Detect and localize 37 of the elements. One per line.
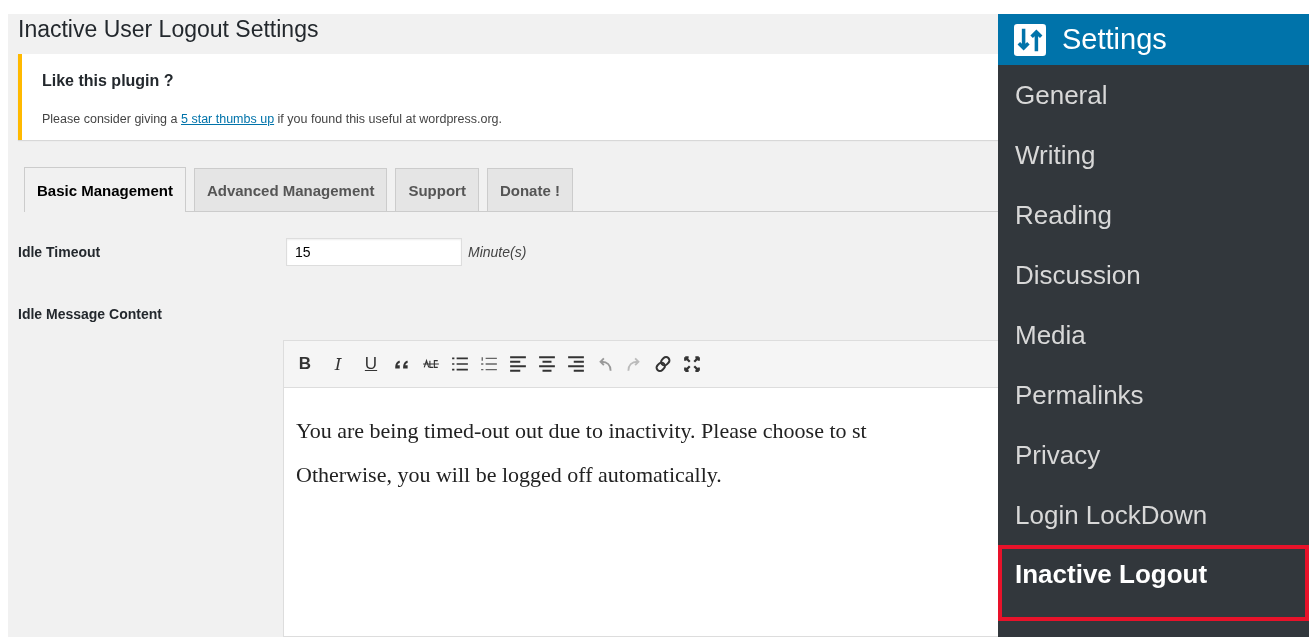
format-button[interactable]: B [294,354,316,374]
menu-item[interactable]: Login LockDown [998,485,1309,545]
menu-item[interactable]: Permalinks [998,365,1309,425]
field-label: Idle Timeout [18,244,102,260]
unit-label: Minute(s) [468,244,527,260]
menu-item[interactable]: Media [998,305,1309,365]
menu-item[interactable]: Inactive Logout [998,545,1309,621]
menu-item[interactable]: Privacy [998,425,1309,485]
notice-text: Please consider giving a 5 star thumbs up if you found this useful at wordpress.org. [42,112,503,126]
menu-item[interactable]: Reading [998,185,1309,245]
menu-title: Settings [1062,23,1167,56]
bulleted-list-icon[interactable] [451,355,469,373]
message-paragraph: You are being timed-out out due to inactivity. Please choose to st [296,418,868,444]
numbered-list-icon[interactable] [480,355,498,373]
link-icon[interactable] [654,355,672,373]
notice-heading: Like this plugin ? [42,72,175,90]
message-paragraph: Otherwise, you will be logged off automatically. [296,462,723,488]
settings-icon [1014,23,1046,56]
menu-item[interactable]: General [998,65,1309,125]
menu-item[interactable]: Discussion [998,245,1309,305]
timeout-input[interactable]: 15 [286,238,462,266]
undo-icon[interactable] [596,355,614,373]
fullscreen-icon[interactable] [683,355,701,373]
editor-content[interactable]: You are being timed-out out due to inactivity. Please choose to st Otherwise, you will be logged off automatically. [284,388,998,500]
align-right-icon[interactable] [567,355,585,373]
tab[interactable]: Advanced Management [193,168,388,211]
field-label: Idle Message Content [18,306,163,322]
align-left-icon[interactable] [509,355,527,373]
page-title: Inactive User Logout Settings [17,15,320,44]
rating-link[interactable]: 5 star thumbs up [181,112,275,126]
tab[interactable]: Basic Management [24,167,186,212]
menu-item[interactable]: Writing [998,125,1309,185]
format-button[interactable]: U [360,354,382,374]
align-center-icon[interactable] [538,355,556,373]
format-button[interactable]: I [327,354,349,374]
tab[interactable]: Support [395,168,479,211]
tab[interactable]: Donate ! [486,168,573,211]
